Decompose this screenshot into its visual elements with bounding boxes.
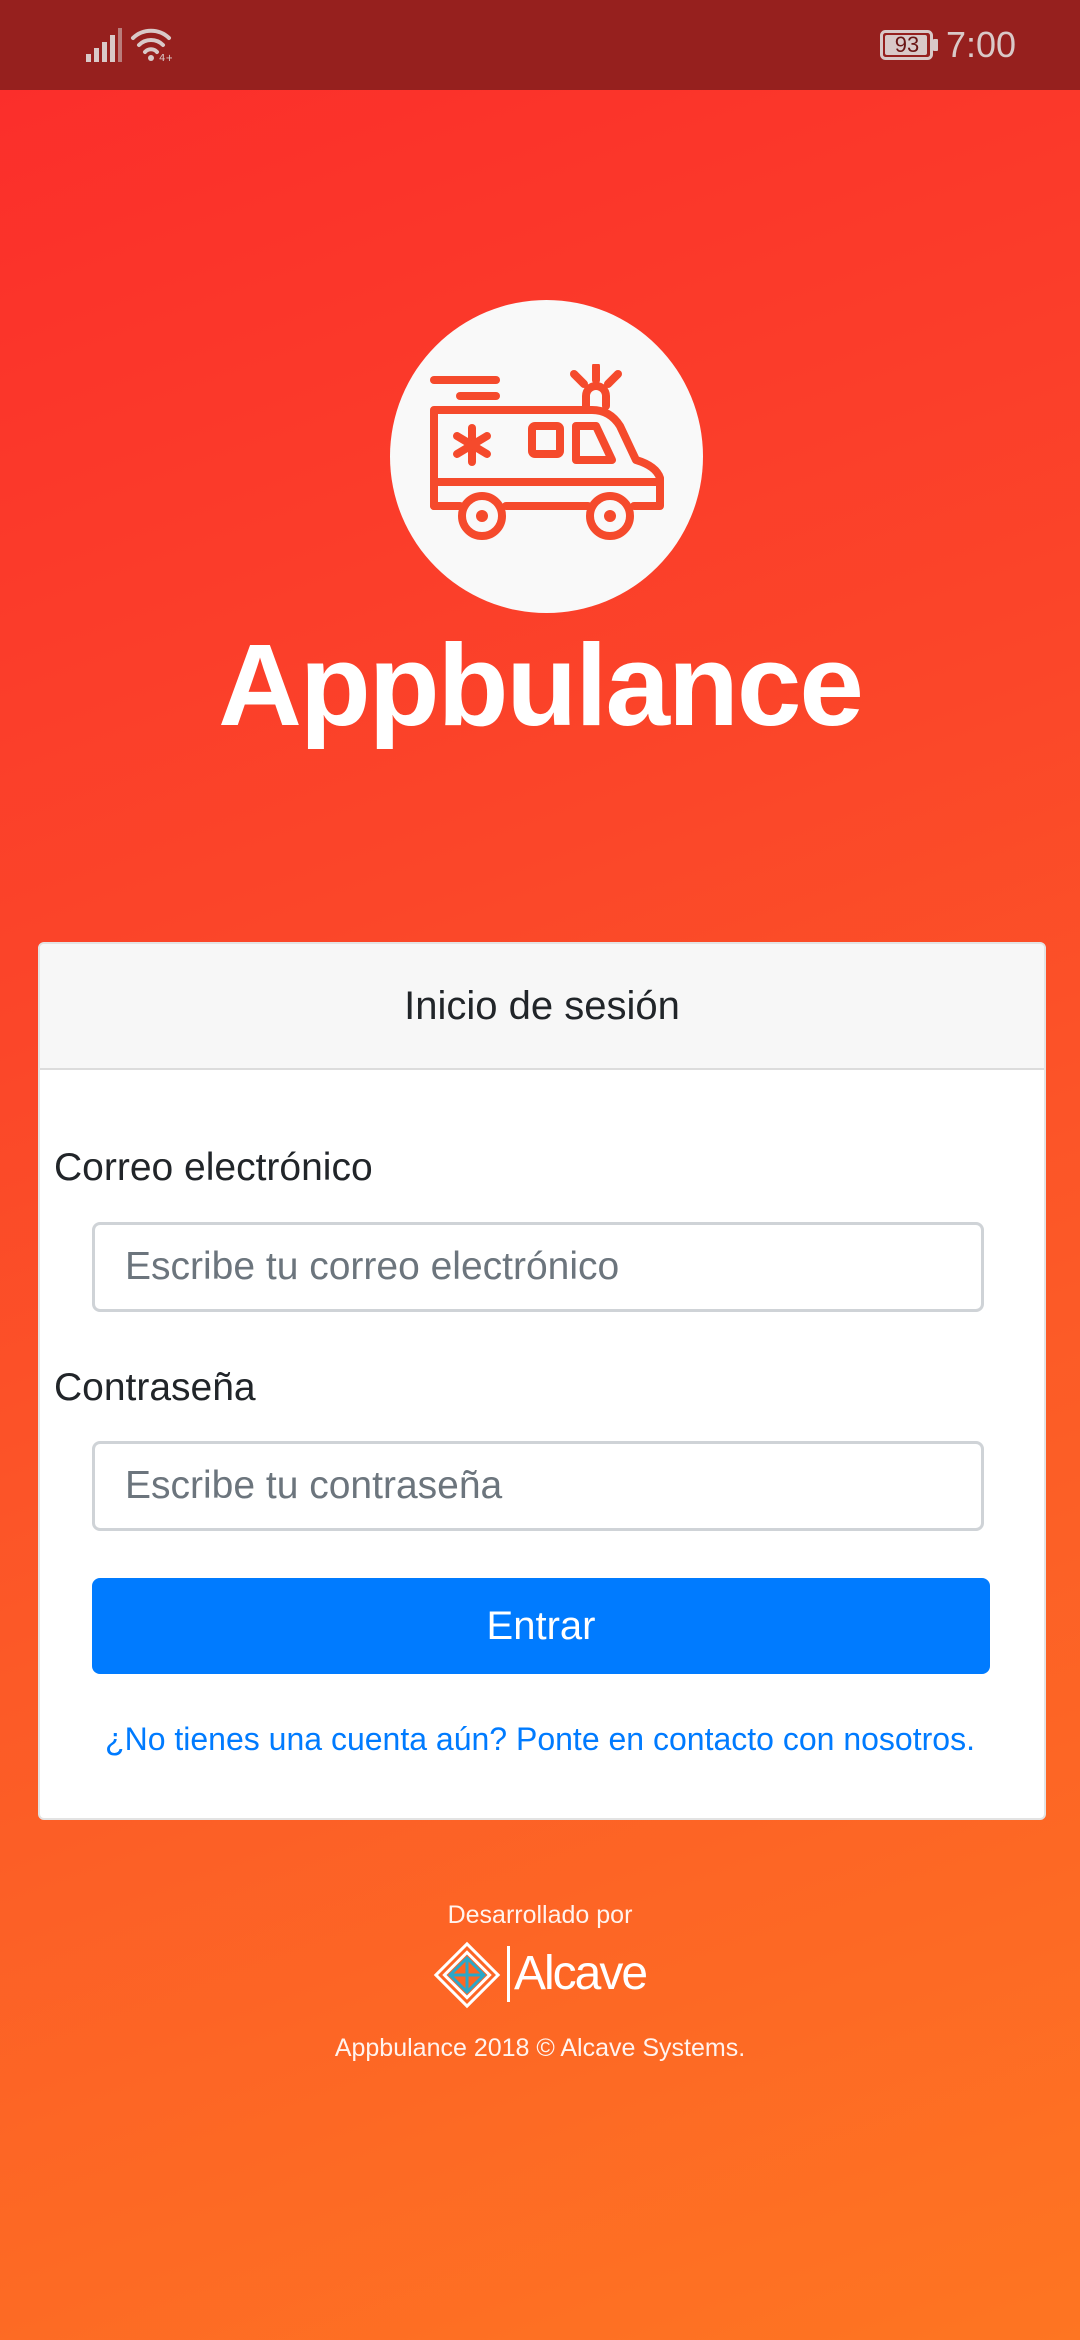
- clock: 7:00: [946, 24, 1017, 65]
- developed-by-label: Desarrollado por: [447, 1901, 633, 1929]
- password-field[interactable]: [92, 1441, 984, 1531]
- password-label: Contraseña: [54, 1366, 256, 1409]
- alcave-logo-icon: [433, 1941, 501, 2009]
- ambulance-icon: [430, 364, 664, 540]
- wifi-icon: 4+: [131, 28, 172, 62]
- copyright: Appbulance 2018 © Alcave Systems.: [334, 2034, 746, 2062]
- email-field[interactable]: [92, 1222, 984, 1312]
- app-name: Appbulance: [218, 620, 864, 750]
- signal-icon: [86, 28, 122, 62]
- svg-text:4+: 4+: [159, 53, 172, 62]
- contact-link[interactable]: ¿No tienes una cuenta aún? Ponte en cont…: [38, 1716, 1042, 1762]
- status-bar: 4+ 93 7:00: [0, 0, 1080, 90]
- logo-divider: [507, 1946, 510, 2002]
- email-label: Correo electrónico: [54, 1146, 373, 1189]
- login-button[interactable]: Entrar: [92, 1578, 990, 1674]
- battery-level: 93: [894, 32, 920, 57]
- company-name: Alcave: [514, 1947, 648, 2000]
- card-title: Inicio de sesión: [40, 944, 1044, 1070]
